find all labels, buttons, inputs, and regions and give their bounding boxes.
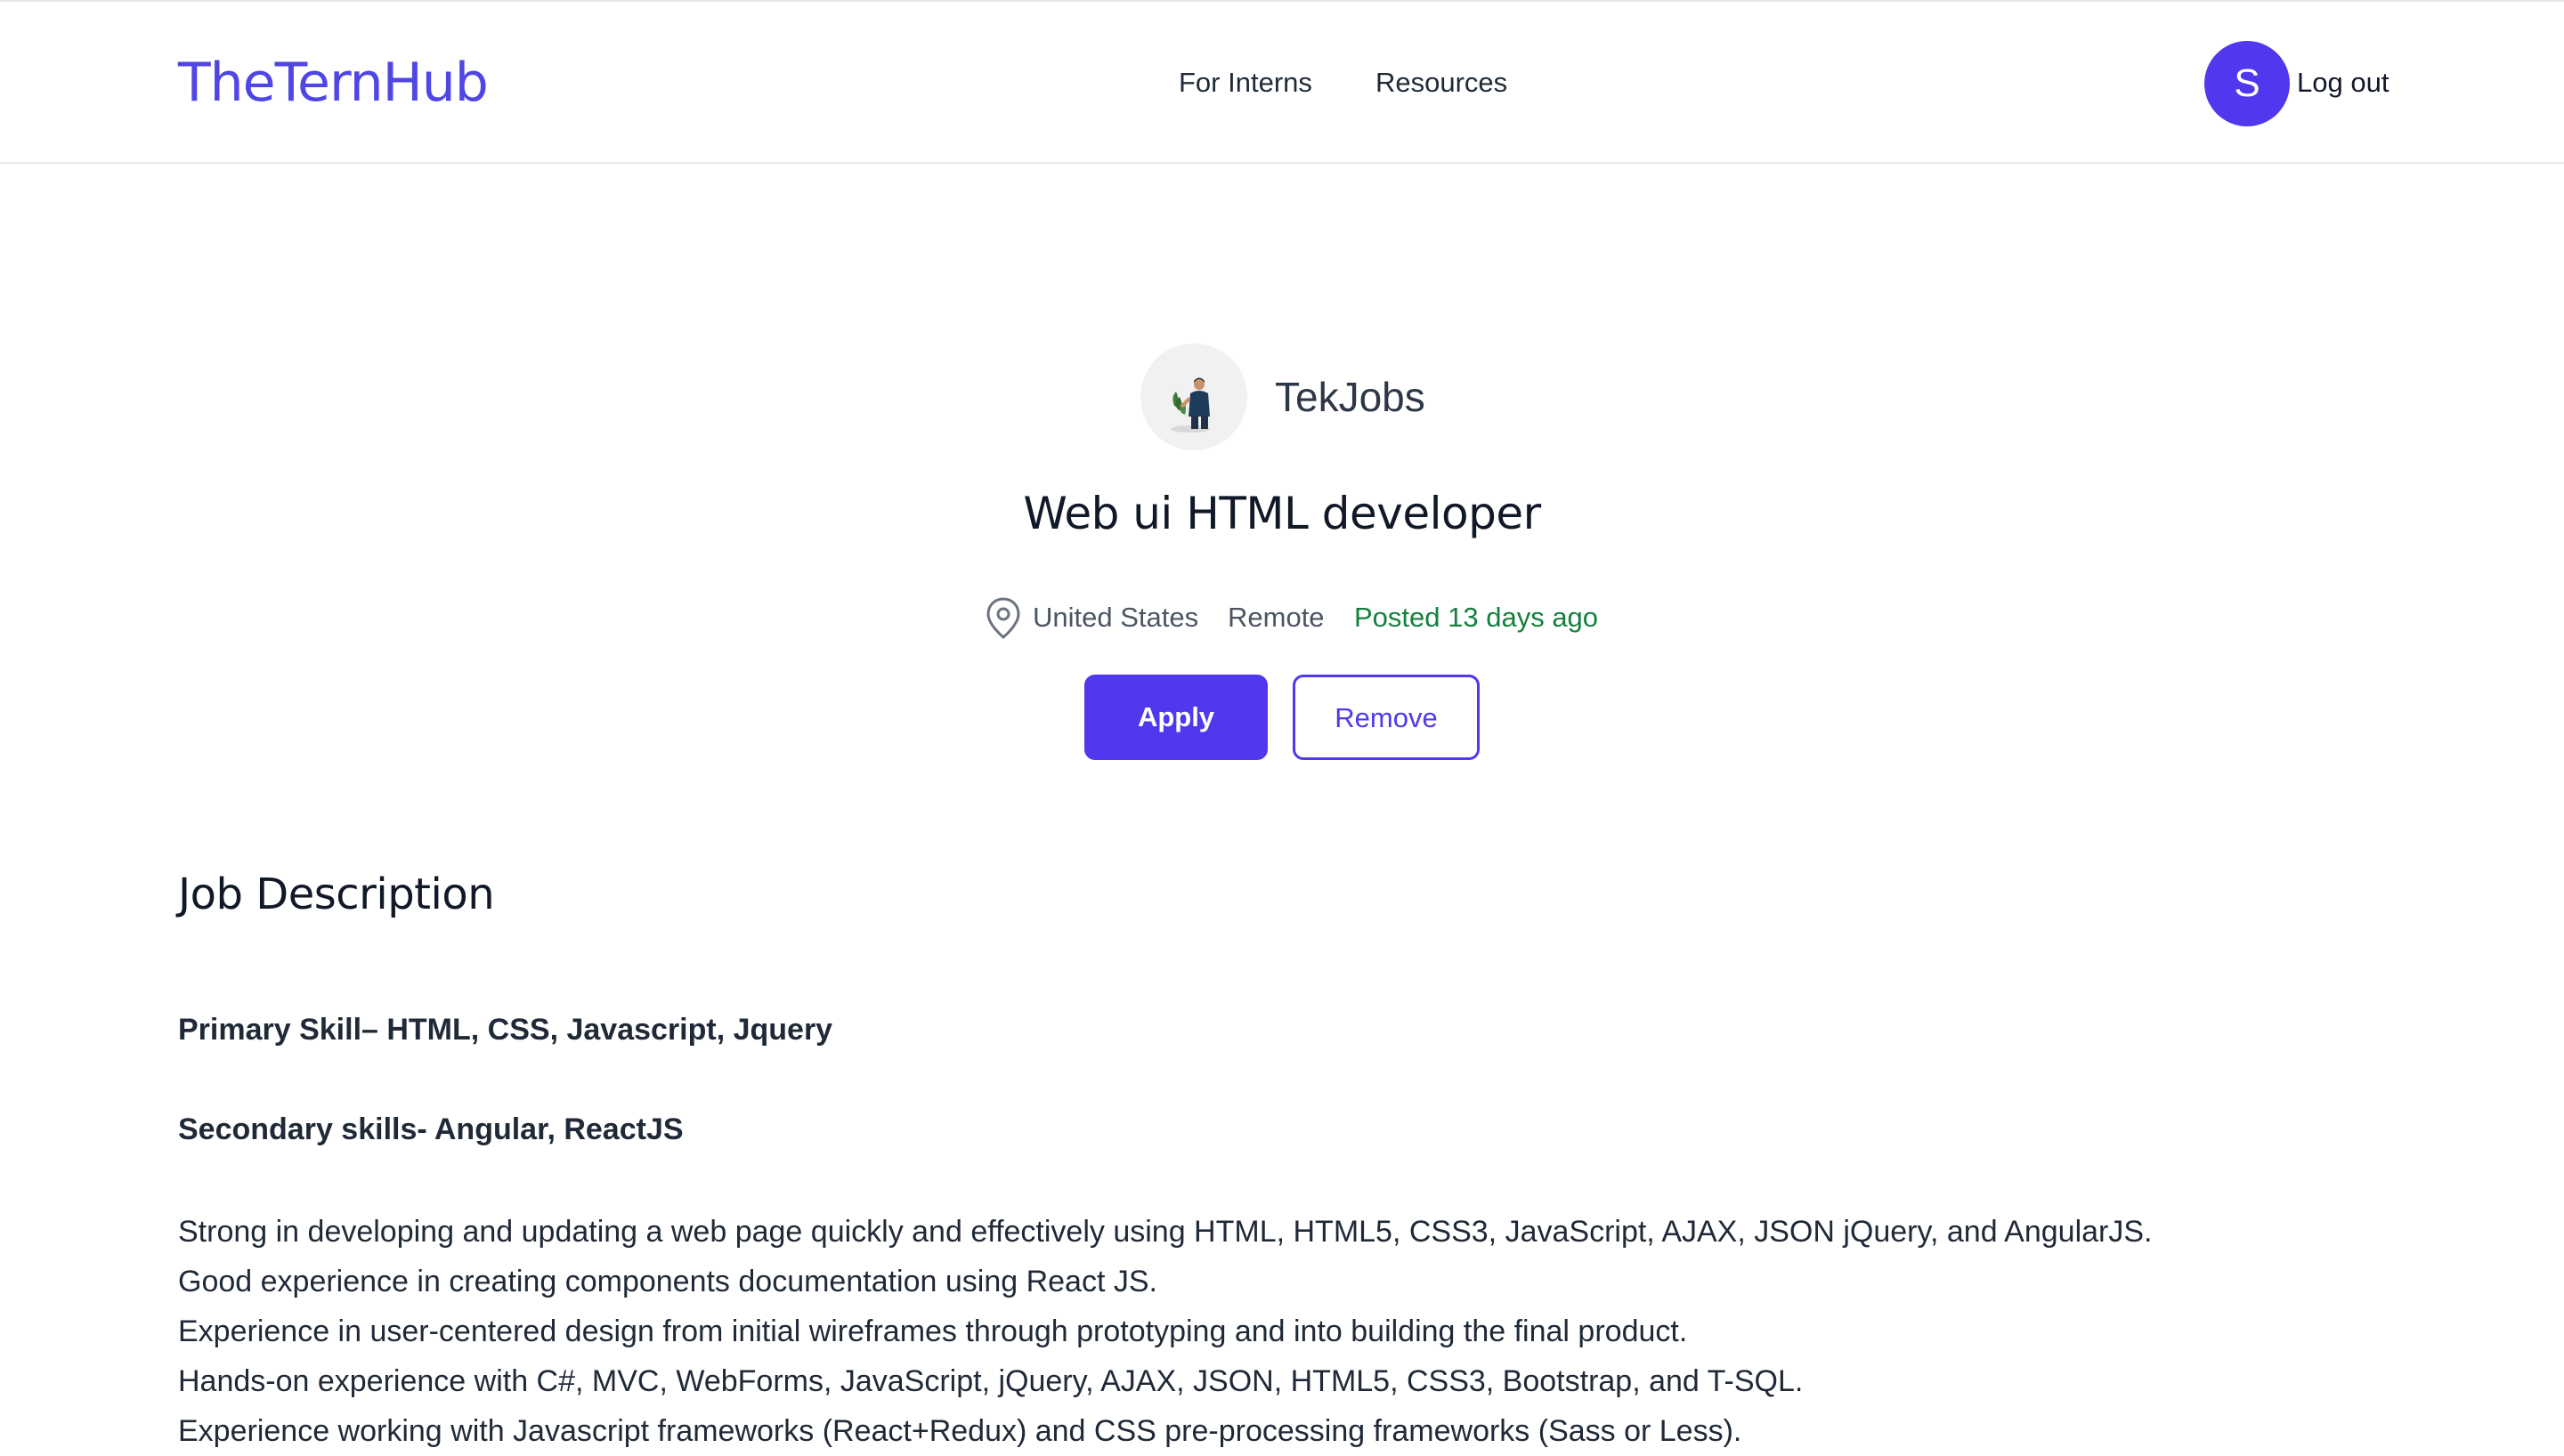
secondary-skills: Secondary skills- Angular, ReactJS: [178, 1112, 684, 1146]
map-pin-icon: [984, 596, 1023, 641]
job-description-heading: Job Description: [178, 870, 495, 919]
company-name[interactable]: TekJobs: [1275, 372, 1425, 422]
remove-button[interactable]: Remove: [1293, 675, 1480, 760]
job-work-type: Remote: [1228, 602, 1325, 633]
logout-button[interactable]: Log out: [2297, 64, 2389, 101]
job-posted-date: Posted 13 days ago: [1354, 602, 1599, 633]
description-line: Strong in developing and updating a web …: [178, 1215, 2153, 1249]
apply-button[interactable]: Apply: [1084, 675, 1268, 760]
nav-link-for-interns[interactable]: For Interns: [1179, 64, 1312, 101]
description-line: Hands-on experience with C#, MVC, WebFor…: [178, 1364, 1804, 1398]
job-title: Web ui HTML developer: [1023, 488, 1541, 539]
description-line: Experience working with Javascript frame…: [178, 1414, 1742, 1448]
user-avatar[interactable]: S: [2204, 41, 2290, 126]
company-logo-image: [1140, 344, 1247, 450]
job-description-body: Strong in developing and updating a web …: [178, 1207, 2386, 1456]
top-navigation-bar: TheTernHub For Interns Resources S Log o…: [0, 0, 2564, 164]
nav-link-resources[interactable]: Resources: [1375, 64, 1507, 101]
primary-skill: Primary Skill– HTML, CSS, Javascript, Jq…: [178, 1013, 833, 1047]
site-logo[interactable]: TheTernHub: [178, 48, 489, 117]
company-logo: [1140, 344, 1247, 450]
job-location: United States: [1033, 602, 1199, 633]
description-line: Experience in user-centered design from …: [178, 1314, 1688, 1348]
description-line: Good experience in creating components d…: [178, 1265, 1157, 1298]
